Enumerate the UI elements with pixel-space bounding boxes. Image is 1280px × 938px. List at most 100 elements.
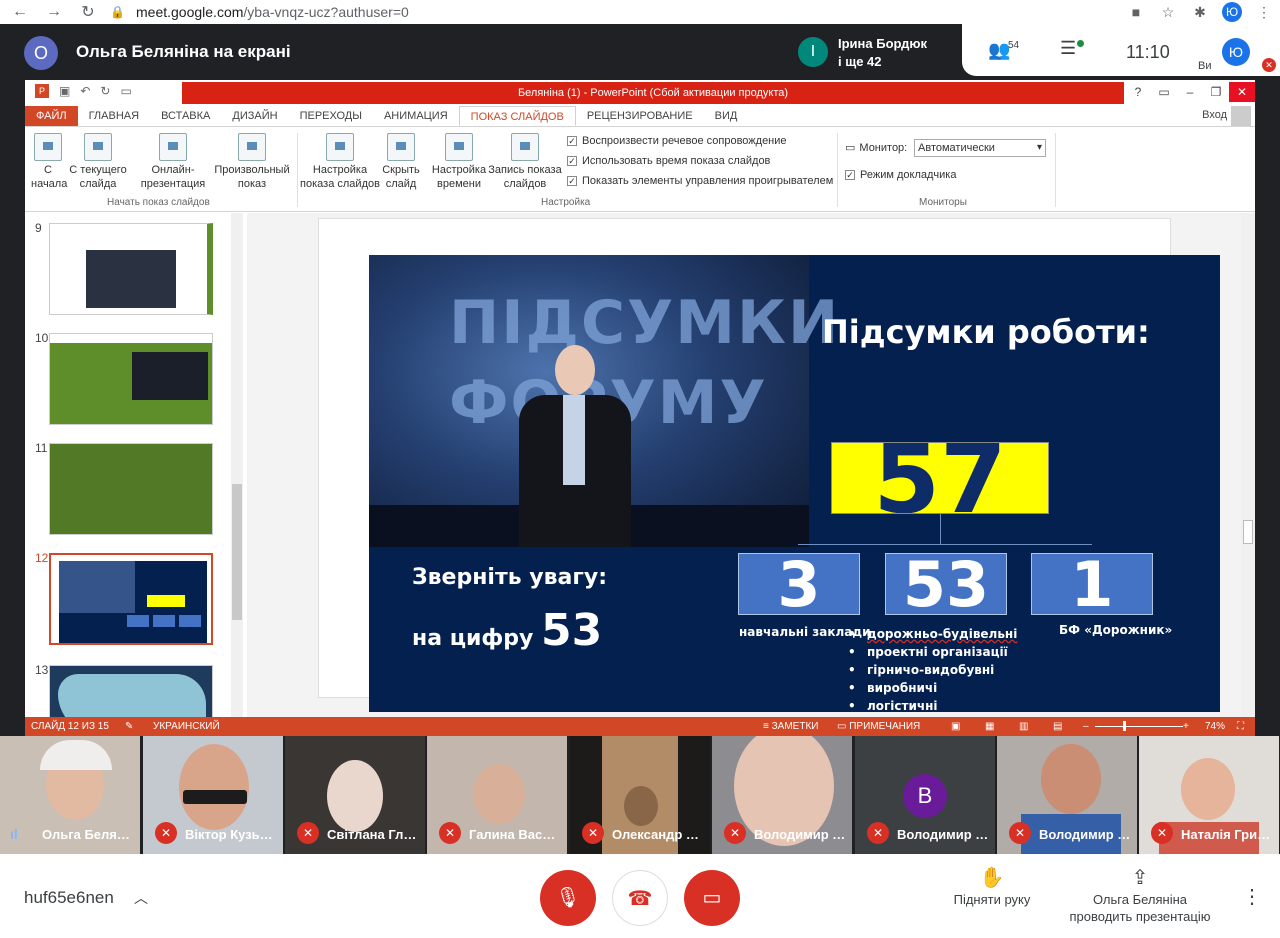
restore-icon[interactable]: ❐ <box>1203 82 1229 102</box>
thumb-yellow-box <box>147 595 185 607</box>
help-icon[interactable]: ? <box>1125 82 1151 102</box>
camera-icon[interactable]: ■ <box>1120 4 1152 20</box>
ribbon-separator <box>297 133 298 207</box>
ribbon-options-icon[interactable]: ▭ <box>1151 82 1177 102</box>
monitor-label-text: Монитор: <box>859 141 908 154</box>
checkbox-presenter-view[interactable]: ✓ Режим докладчика <box>845 169 956 181</box>
forward-icon[interactable]: → <box>42 3 66 21</box>
slideshow-start-icon <box>34 133 62 161</box>
custom-show-button[interactable]: Произвольный показ <box>211 133 293 191</box>
canvas-scroll-thumb[interactable] <box>1243 520 1253 544</box>
tab-design[interactable]: ДИЗАЙН <box>221 106 288 126</box>
checkbox-timings[interactable]: ✓ Использовать время показа слайдов <box>567 155 770 167</box>
sorter-view-icon[interactable]: ▦ <box>985 721 994 732</box>
participant-tile[interactable]: ✕ Наталія Гри… <box>1139 736 1279 854</box>
tab-animation[interactable]: АНИМАЦИЯ <box>373 106 459 126</box>
participant-name: Віктор Кузь… <box>185 827 273 842</box>
raise-hand-button[interactable]: ✋ Підняти руку <box>946 868 1038 908</box>
address-bar[interactable]: 🔒 meet.google.com/yba-vnqz-ucz?authuser=… <box>110 0 1180 24</box>
slideshow-view-icon[interactable]: ▤ <box>1053 721 1062 732</box>
meeting-code[interactable]: huf65e6nen <box>24 888 114 908</box>
chevron-up-icon[interactable]: ︿ <box>134 888 148 908</box>
slide-thumbnail-10[interactable] <box>49 333 213 425</box>
record-icon <box>511 133 539 161</box>
monitor-select[interactable]: Автоматически <box>914 139 1046 157</box>
save-icon[interactable]: ▣ <box>59 84 70 98</box>
extensions-icon[interactable]: ✱ <box>1184 4 1216 21</box>
participant-name: Ольга Белян… <box>42 827 134 842</box>
record-show-button[interactable]: Запись показа слайдов <box>487 133 563 191</box>
participant-tile[interactable]: В ✕ Володимир … <box>855 736 995 854</box>
fit-slide-icon[interactable]: ⛶ <box>1237 721 1244 732</box>
thumbnails-scrollbar[interactable] <box>231 213 243 717</box>
rehearse-timing-button[interactable]: Настройка времени <box>429 133 489 191</box>
tab-view[interactable]: ВИД <box>704 106 749 126</box>
spellcheck-icon[interactable]: ✎ <box>125 721 133 732</box>
zoom-slider-handle[interactable] <box>1123 721 1126 731</box>
tab-file[interactable]: ФАЙЛ <box>25 106 78 126</box>
chat-icon[interactable]: ☰ <box>1060 38 1076 59</box>
redo-icon[interactable]: ↻ <box>100 84 110 98</box>
caption-3: БФ «Дорожник» <box>1059 623 1173 637</box>
participant-tile[interactable]: ✕ Олександр … <box>570 736 710 854</box>
online-presentation-button[interactable]: Онлайн-презентация <box>133 133 213 191</box>
menu-icon[interactable]: ⋮ <box>1248 4 1280 21</box>
tab-home[interactable]: ГЛАВНАЯ <box>78 106 150 126</box>
star-icon[interactable]: ☆ <box>1152 4 1184 21</box>
hide-slide-button[interactable]: Скрыть слайд <box>379 133 423 191</box>
mic-toggle-button[interactable]: 🎙 <box>540 870 596 926</box>
bullet-item: виробничі <box>848 681 1017 699</box>
comments-label: ПРИМЕЧАНИЯ <box>849 721 921 732</box>
close-icon[interactable]: ✕ <box>1229 82 1255 102</box>
slide-thumbnail-13[interactable] <box>49 665 213 717</box>
language-indicator[interactable]: УКРАИНСКИЙ <box>153 721 220 732</box>
participant-tile[interactable]: ✕ Світлана Гл… <box>285 736 425 854</box>
zoom-out-icon[interactable]: – <box>1083 721 1089 732</box>
tab-slideshow[interactable]: ПОКАЗ СЛАЙДОВ <box>458 106 576 126</box>
participant-face <box>624 786 658 826</box>
comments-button[interactable]: ▭ ПРИМЕЧАНИЯ <box>837 721 920 732</box>
notes-label: ЗАМЕТКИ <box>771 721 819 732</box>
tab-transitions[interactable]: ПЕРЕХОДЫ <box>289 106 373 126</box>
checkbox-narration[interactable]: ✓ Воспроизвести речевое сопровождение <box>567 135 787 147</box>
thumbnails-scroll-thumb[interactable] <box>232 484 242 620</box>
from-start-button[interactable]: С начала <box>31 133 67 191</box>
minimize-icon[interactable]: – <box>1177 82 1203 102</box>
notes-button[interactable]: ≡ ЗАМЕТКИ <box>763 721 818 732</box>
participant-tile[interactable]: ✕ Володимир … <box>997 736 1137 854</box>
hide-slide-icon <box>387 133 415 161</box>
tab-insert[interactable]: ВСТАВКА <box>150 106 221 126</box>
participant-tile[interactable]: ıl Ольга Белян… <box>0 736 140 854</box>
participant-tile[interactable]: ✕ Віктор Кузь… <box>143 736 283 854</box>
normal-view-icon[interactable]: ▣ <box>951 721 960 732</box>
zoom-level[interactable]: 74% <box>1205 721 1225 732</box>
reading-view-icon[interactable]: ▥ <box>1019 721 1028 732</box>
undo-icon[interactable]: ↶ <box>80 84 90 98</box>
back-icon[interactable]: ← <box>8 3 32 21</box>
more-options-icon[interactable]: ⋮ <box>1242 884 1262 909</box>
self-avatar[interactable]: Ю <box>1222 38 1250 66</box>
start-show-icon[interactable]: ▭ <box>120 84 131 98</box>
presenting-button[interactable]: ⇪ Ольга Беляніна проводить презентацію <box>1060 868 1220 925</box>
setup-show-icon <box>326 133 354 161</box>
thumb-number: 10 <box>35 331 49 345</box>
zoom-slider[interactable] <box>1095 726 1183 727</box>
camera-toggle-button[interactable]: ▭ <box>684 870 740 926</box>
checkbox-media-controls[interactable]: ✓ Показать элементы управления проигрыват… <box>567 175 833 187</box>
tab-review[interactable]: РЕЦЕНЗИРОВАНИЕ <box>576 106 704 126</box>
canvas-scrollbar[interactable] <box>1241 213 1255 717</box>
participant-tile[interactable]: ✕ Володимир … <box>712 736 852 854</box>
reload-icon[interactable]: ↻ <box>76 2 100 22</box>
slide-thumbnail-12[interactable] <box>49 553 213 645</box>
zoom-in-icon[interactable]: + <box>1183 721 1189 732</box>
active-speaker-chip[interactable]: І Ірина Бордюк і ще 42 <box>790 28 962 74</box>
login-link[interactable]: Вход <box>1202 109 1227 121</box>
leave-call-button[interactable]: ☎ <box>612 870 668 926</box>
slide-thumbnail-11[interactable] <box>49 443 213 535</box>
from-current-button[interactable]: С текущего слайда <box>67 133 129 191</box>
profile-avatar[interactable]: Ю <box>1222 2 1242 22</box>
setup-show-button[interactable]: Настройка показа слайдов <box>299 133 381 191</box>
participant-tile[interactable]: ✕ Галина Васи… <box>427 736 567 854</box>
slide-thumbnail-9[interactable] <box>49 223 213 315</box>
speaker-head <box>555 345 595 395</box>
